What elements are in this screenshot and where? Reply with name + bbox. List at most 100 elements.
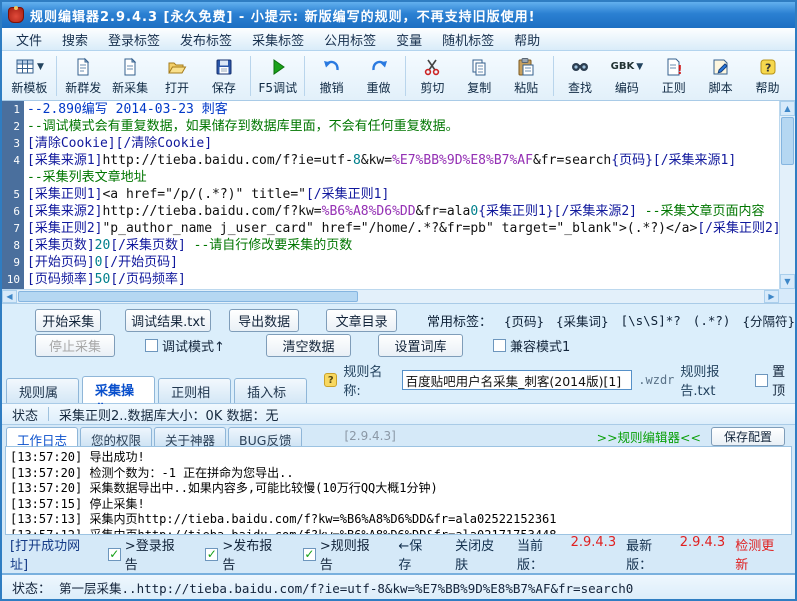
script-icon xyxy=(711,56,731,78)
chevron-down-icon[interactable]: ▼ xyxy=(37,62,44,72)
check-update-link[interactable]: 检测更新 xyxy=(735,535,787,573)
menu-item-2[interactable]: 登录标签 xyxy=(98,28,170,51)
menu-item-1[interactable]: 搜索 xyxy=(52,28,98,51)
toolbar-button-doc-group[interactable]: 新群发 xyxy=(60,53,107,99)
tab-1[interactable]: 采集操作 xyxy=(82,376,156,418)
start-collect-button[interactable]: 开始采集 xyxy=(35,309,102,332)
toolbar-button-undo[interactable]: 撤销 xyxy=(308,53,355,99)
rule-name-input[interactable] xyxy=(401,370,633,390)
common-tag-4[interactable]: {分隔符} xyxy=(742,311,795,330)
rule-ext-label: .wzdr xyxy=(638,373,675,387)
compat-mode-checkbox[interactable]: 兼容模式1 xyxy=(493,336,570,355)
report-label: >规则报告 xyxy=(319,539,370,573)
log-tab-1[interactable]: 您的权限 xyxy=(80,427,153,448)
log-tab-0[interactable]: 工作日志 xyxy=(6,427,79,448)
gbk-icon: GBK ▼ xyxy=(611,56,644,78)
scroll-down-icon[interactable]: ▼ xyxy=(780,274,795,289)
save-reports-label[interactable]: ←保存 xyxy=(398,535,435,573)
rule-code-editor[interactable]: 1 --2.890编写 2014-03-23 刺客 2 --调试模式会有重复数据，如果… xyxy=(2,101,779,289)
redo-icon xyxy=(369,56,389,78)
toolbar-button-label: 剪切 xyxy=(420,80,445,95)
common-tag-2[interactable]: [\s\S]*? xyxy=(621,313,681,328)
save-config-button[interactable]: 保存配置 xyxy=(711,427,785,446)
open-folder-icon xyxy=(167,56,187,78)
work-log[interactable]: [13:57:20] 导出成功! [13:57:20] 检测个数为：-1 正在拼命… xyxy=(5,446,792,535)
common-tag-1[interactable]: {采集词} xyxy=(556,311,609,330)
article-catalog-button[interactable]: 文章目录 xyxy=(326,309,397,332)
export-data-button[interactable]: 导出数据 xyxy=(228,309,300,332)
vertical-scrollbar[interactable]: ▲ ▼ xyxy=(779,101,795,289)
report-checkbox-1[interactable]: ✓ >发布报告 xyxy=(205,535,285,573)
toolbar-button-regex[interactable]: ! 正则 xyxy=(650,53,697,99)
tab-3[interactable]: 插入标签 xyxy=(234,378,308,420)
paste-icon xyxy=(516,56,536,78)
window-title: 规则编辑器2.9.4.3 [永久免费] - 小提示: 新版编写的规则，不再支持旧… xyxy=(30,9,536,25)
code-line: 6 [采集来源2]http://tieba.baidu.com/f?kw=%B6%… xyxy=(2,203,779,220)
latest-version: 最新版： 2.9.4.3 xyxy=(626,535,726,573)
scroll-left-icon[interactable]: ◀ xyxy=(2,290,17,303)
line-number: 4 xyxy=(13,154,20,167)
hscrollbar-thumb[interactable] xyxy=(18,291,358,302)
log-tab-row: 工作日志 您的权限 关于神器 BUG反馈 [2.9.4.3] >>规则编辑器<< 保存… xyxy=(2,425,795,448)
tab-0[interactable]: 规则属性 xyxy=(6,378,80,420)
common-tags: 常用标签： {页码} {采集词} [\s\S]*? (.*?) {分隔符} xyxy=(427,311,795,330)
menu-item-0[interactable]: 文件 xyxy=(6,28,52,51)
tab-2[interactable]: 正则相关 xyxy=(158,378,232,420)
toolbar-button-play[interactable]: F5调试 xyxy=(254,53,301,99)
toolbar-button-open-folder[interactable]: 打开 xyxy=(154,53,201,99)
scrollbar-thumb[interactable] xyxy=(781,117,794,165)
log-line: [13:57:20] 采集数据导出中..如果内容多,可能比较慢(10万行QQ大概… xyxy=(10,481,438,495)
debug-mode-checkbox[interactable]: 调试模式↑ xyxy=(145,336,242,355)
toolbar-button-label: 粘贴 xyxy=(514,80,539,95)
log-line: [13:57:20] 导出成功! xyxy=(10,450,145,464)
toolbar-button-copy[interactable]: 复制 xyxy=(456,53,503,99)
open-success-url-label[interactable]: [打开成功网址] xyxy=(10,535,98,573)
clear-data-button[interactable]: 清空数据 xyxy=(266,334,351,357)
rule-report-link[interactable]: 规则报告.txt xyxy=(680,361,749,399)
scroll-up-icon[interactable]: ▲ xyxy=(780,101,795,116)
menu-item-7[interactable]: 随机标签 xyxy=(432,28,504,51)
action-panel: 开始采集 调试结果.txt 导出数据 文章目录 常用标签： {页码} {采集词} [… xyxy=(2,304,795,361)
pin-top-checkbox[interactable]: 置顶 xyxy=(755,361,795,399)
menu-item-4[interactable]: 采集标签 xyxy=(242,28,314,51)
common-tag-3[interactable]: (.*?) xyxy=(693,313,731,328)
menu-item-3[interactable]: 发布标签 xyxy=(170,28,242,51)
menu-item-6[interactable]: 变量 xyxy=(386,28,432,51)
report-checkbox-2[interactable]: ✓ >规则报告 xyxy=(302,535,383,573)
code-text: [开始页码]0[/开始页码] xyxy=(27,255,178,270)
toolbar-button-label: 正则 xyxy=(661,80,686,95)
toolbar-button-paste[interactable]: 粘贴 xyxy=(503,53,550,99)
gbk-text: GBK xyxy=(610,61,635,72)
toolbar-button-script[interactable]: 脚本 xyxy=(697,53,744,99)
chevron-down-icon[interactable]: ▼ xyxy=(636,62,643,72)
report-checkbox-0[interactable]: ✓ >登录报告 xyxy=(107,535,188,573)
toolbar-separator xyxy=(304,55,306,96)
toolbar-button-template[interactable]: ▼ 新模板 xyxy=(6,53,53,99)
set-dictionary-button[interactable]: 设置词库 xyxy=(378,334,463,357)
close-skin-link[interactable]: 关闭皮肤 xyxy=(455,535,507,573)
toolbar-button-save[interactable]: 保存 xyxy=(201,53,248,99)
toolbar-button-find[interactable]: 查找 xyxy=(557,53,604,99)
rule-tab-row: 规则属性采集操作正则相关插入标签 ? 规则名称: .wzdr 规则报告.txt … xyxy=(2,361,795,420)
scroll-right-icon[interactable]: ▶ xyxy=(764,290,779,303)
debug-result-button[interactable]: 调试结果.txt xyxy=(125,309,211,332)
toolbar-button-redo[interactable]: 重做 xyxy=(355,53,402,99)
red-seal-icon xyxy=(8,6,24,23)
rule-editor-link[interactable]: >>规则编辑器<< xyxy=(597,427,701,446)
log-tab-2[interactable]: 关于神器 xyxy=(154,427,227,448)
stop-collect-button[interactable]: 停止采集 xyxy=(35,334,115,357)
rule-name-zone: ? 规则名称: .wzdr 规则报告.txt 置顶 xyxy=(324,361,795,399)
code-text: [采集正则2]"p_author_name j_user_card" href=… xyxy=(27,221,779,236)
common-tag-0[interactable]: {页码} xyxy=(504,311,544,330)
line-number xyxy=(2,169,24,186)
toolbar-button-help[interactable]: ? 帮助 xyxy=(744,53,791,99)
toolbar-button-doc-new[interactable]: 新采集 xyxy=(107,53,154,99)
status-text: 采集正则2..数据库大小：0K 数据：无 xyxy=(59,408,279,424)
menu-item-8[interactable]: 帮助 xyxy=(504,28,550,51)
toolbar-button-gbk[interactable]: GBK ▼ 编码 xyxy=(604,53,651,99)
menu-item-5[interactable]: 公用标签 xyxy=(314,28,386,51)
toolbar-button-cut[interactable]: 剪切 xyxy=(409,53,456,99)
log-tab-3[interactable]: BUG反馈 xyxy=(228,427,303,448)
doc-new-icon xyxy=(120,56,140,78)
horizontal-scrollbar[interactable]: ◀ ▶ xyxy=(2,289,779,303)
